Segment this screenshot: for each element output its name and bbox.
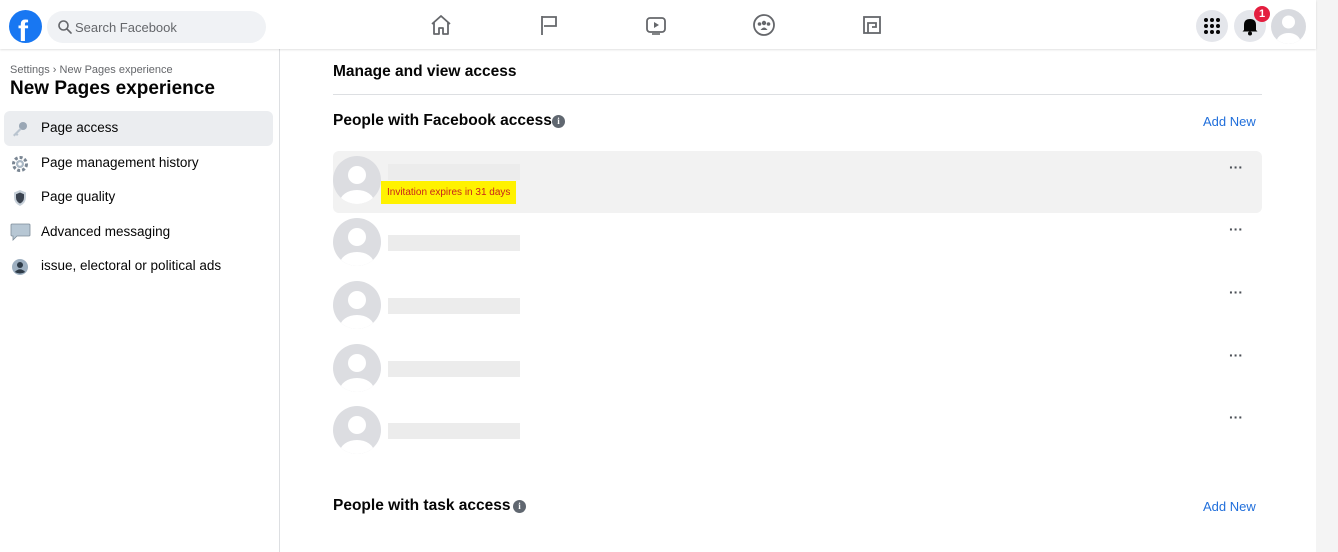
- redacted-name: [388, 361, 520, 377]
- more-options-button[interactable]: ···: [1229, 285, 1249, 299]
- person-row[interactable]: Invitation expires in 31 days ···: [333, 151, 1262, 213]
- facebook-access-title: People with Facebook access: [333, 112, 552, 129]
- more-options-button[interactable]: ···: [1229, 348, 1249, 362]
- avatar: [333, 406, 381, 454]
- menu-button[interactable]: [1196, 10, 1228, 42]
- sidebar-item-label: Advanced messaging: [41, 224, 171, 239]
- person-row[interactable]: ···: [333, 213, 1262, 275]
- redacted-name: [388, 164, 520, 180]
- grid-menu-icon: [1204, 18, 1220, 34]
- redacted-name: [388, 298, 520, 314]
- add-facebook-access-button[interactable]: Add New: [1203, 114, 1256, 129]
- sidebar-item-page-management-history[interactable]: Page management history: [4, 146, 273, 181]
- avatar: [333, 218, 381, 266]
- search-box[interactable]: [47, 11, 266, 43]
- gaming-icon[interactable]: [859, 12, 885, 38]
- invitation-status: Invitation expires in 31 days: [381, 181, 517, 204]
- person-icon: [12, 259, 28, 275]
- gear-icon: [12, 156, 28, 172]
- more-options-button[interactable]: ···: [1229, 410, 1249, 424]
- divider: [333, 94, 1262, 95]
- facebook-logo-letter: f: [18, 15, 28, 43]
- top-navigation-bar: f Search Facebook 1: [0, 0, 1316, 49]
- settings-sidebar: Settings › New Pages experience New Page…: [0, 49, 280, 552]
- sidebar-item-page-access[interactable]: Page access: [4, 111, 273, 146]
- sidebar-item-label: Page quality: [41, 189, 116, 204]
- key-icon: [13, 122, 27, 137]
- home-icon[interactable]: [428, 12, 454, 38]
- watch-icon[interactable]: [643, 12, 669, 38]
- account-avatar[interactable]: [1271, 9, 1306, 44]
- default-avatar-icon: [340, 166, 374, 204]
- add-task-access-button[interactable]: Add New: [1203, 499, 1256, 514]
- groups-icon[interactable]: [751, 12, 777, 38]
- more-options-button[interactable]: ···: [1229, 160, 1249, 174]
- sidebar-item-advanced-messaging[interactable]: Advanced messaging: [4, 215, 273, 250]
- redacted-name: [388, 235, 520, 251]
- person-row[interactable]: ···: [333, 339, 1262, 401]
- breadcrumb[interactable]: Settings › New Pages experience: [10, 64, 173, 76]
- default-avatar-icon: [340, 416, 374, 454]
- person-row[interactable]: ···: [333, 276, 1262, 338]
- flag-icon[interactable]: [536, 12, 562, 38]
- sidebar-item-page-quality[interactable]: Page quality: [4, 180, 273, 215]
- task-access-title: People with task access: [333, 497, 511, 514]
- search-icon: [58, 20, 72, 34]
- avatar: [333, 281, 381, 329]
- default-avatar-icon: [1276, 15, 1301, 44]
- default-avatar-icon: [340, 228, 374, 266]
- speech-bubble-icon: [10, 223, 31, 241]
- facebook-logo[interactable]: f: [9, 10, 42, 43]
- avatar: [333, 344, 381, 392]
- sidebar-item-label: issue, electoral or political ads: [41, 258, 222, 273]
- shield-icon: [14, 190, 26, 206]
- search-input[interactable]: [75, 11, 260, 43]
- info-icon[interactable]: i: [552, 115, 565, 128]
- more-options-button[interactable]: ···: [1229, 222, 1249, 236]
- sidebar-item-political-ads[interactable]: issue, electoral or political ads: [4, 249, 273, 284]
- section-heading: Manage and view access: [333, 63, 517, 80]
- default-avatar-icon: [340, 354, 374, 392]
- sidebar-item-label: Page management history: [41, 155, 199, 170]
- avatar: [333, 156, 381, 204]
- page-scrollbar[interactable]: [1316, 0, 1338, 552]
- page-title: New Pages experience: [10, 78, 215, 99]
- sidebar-item-label: Page access: [41, 120, 119, 135]
- default-avatar-icon: [340, 291, 374, 329]
- redacted-name: [388, 423, 520, 439]
- person-row[interactable]: ···: [333, 401, 1262, 463]
- notification-badge: 1: [1254, 6, 1270, 22]
- info-icon[interactable]: i: [513, 500, 526, 513]
